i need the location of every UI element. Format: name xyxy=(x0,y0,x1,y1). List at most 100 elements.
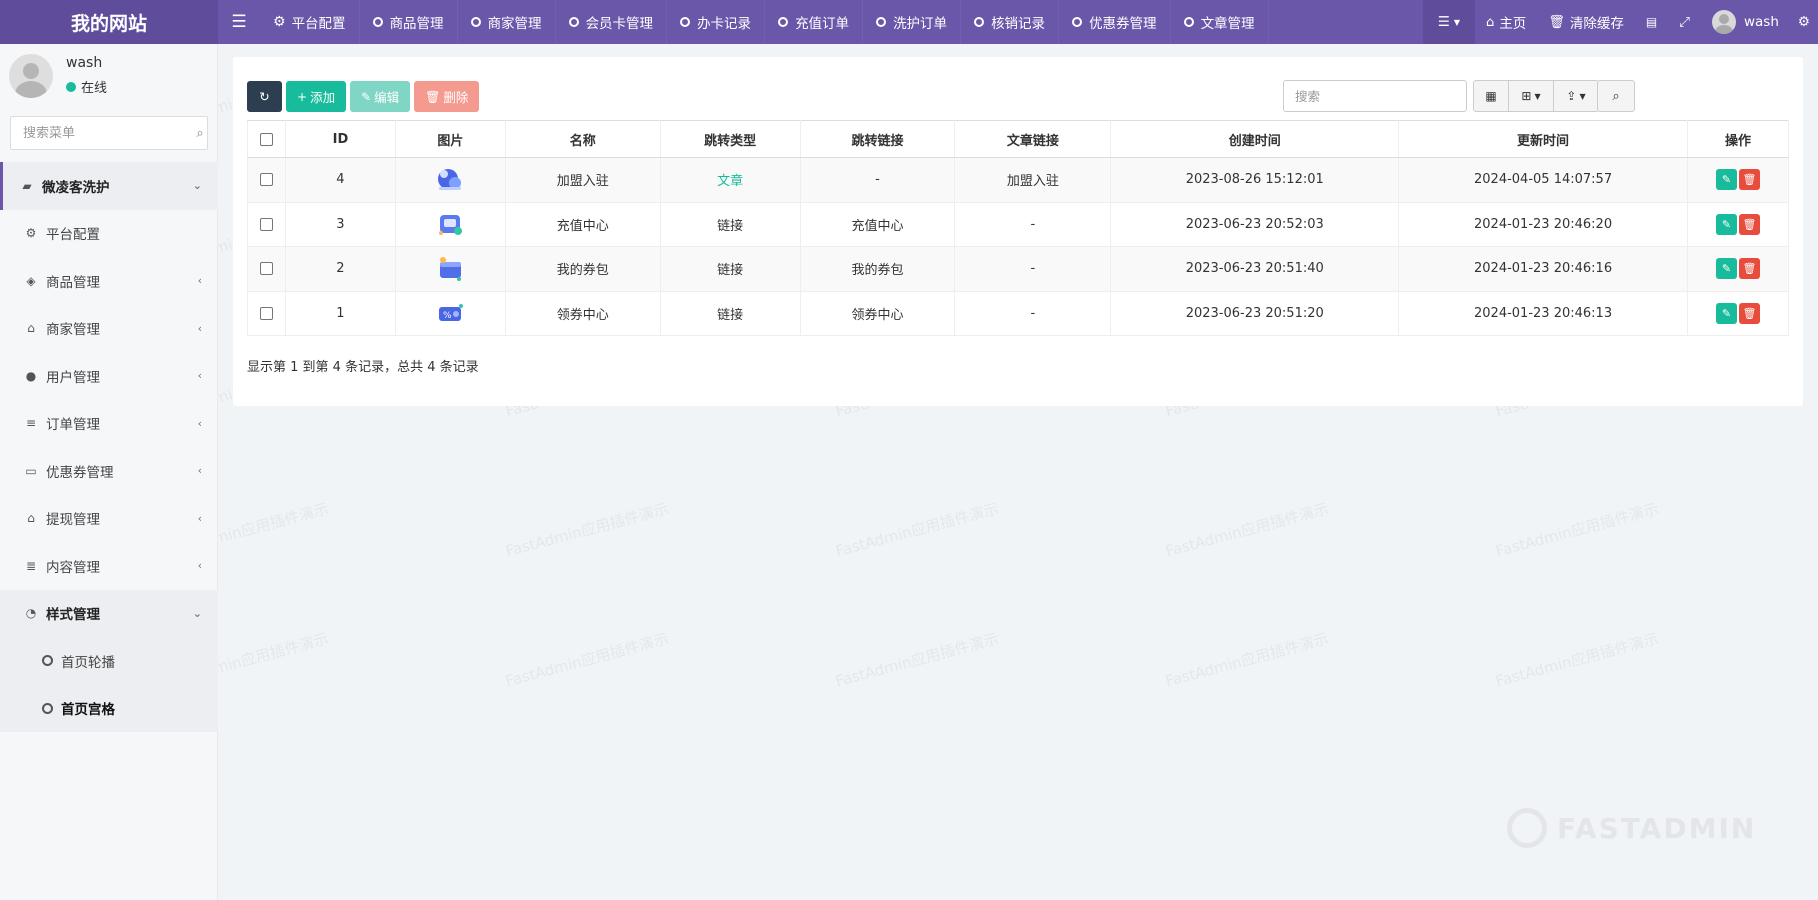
sidebar-item-content-management[interactable]: ≣ 内容管理 ‹ xyxy=(0,542,218,590)
sidebar-item-platform-config[interactable]: ⚙ 平台配置 xyxy=(0,210,218,258)
column-header[interactable]: ID xyxy=(284,120,396,158)
refresh-button[interactable]: ↻ xyxy=(247,81,282,112)
row-delete-button[interactable]: 🗑 xyxy=(1738,302,1760,324)
sidebar-item-home-banner[interactable]: 首页轮播 xyxy=(0,637,218,685)
gear-icon: ⚙ xyxy=(273,14,286,30)
circle-icon xyxy=(42,702,53,714)
refresh-icon: ↻ xyxy=(259,89,270,104)
circle-icon xyxy=(42,655,53,667)
select-all-checkbox[interactable] xyxy=(259,132,273,146)
cell-name: 加盟入驻 xyxy=(504,157,661,203)
row-edit-button[interactable]: ✎ xyxy=(1715,169,1737,191)
row-edit-button[interactable]: ✎ xyxy=(1715,258,1737,280)
clear-cache-button[interactable]: 🗑 清除缓存 xyxy=(1537,0,1635,44)
table-view-buttons: ▦ ⊞ ▼ ⇪ ▼ xyxy=(1473,80,1599,112)
edit-button[interactable]: ✎ 编辑 xyxy=(350,81,411,112)
user-menu[interactable]: wash xyxy=(1701,0,1790,44)
sidebar-item-home-grid[interactable]: 首页宫格 xyxy=(0,684,218,732)
delete-button[interactable]: 🗑 删除 xyxy=(414,81,480,112)
header-right-actions: ☰ ▼ ⌂ 主页 🗑 清除缓存 ▤ ⤢ wash ⚙ xyxy=(1422,0,1818,44)
row-delete-button[interactable]: 🗑 xyxy=(1738,213,1760,235)
cell-jump-type[interactable]: 文章 xyxy=(659,157,801,203)
column-header[interactable]: 创建时间 xyxy=(1110,120,1400,158)
row-edit-button[interactable]: ✎ xyxy=(1715,302,1737,324)
home-link[interactable]: ⌂ 主页 xyxy=(1475,0,1537,44)
top-tab-card-records[interactable]: 办卡记录 xyxy=(667,0,766,44)
watermark: FastAdmin应用插件演示 xyxy=(503,629,671,691)
chevron-left-icon: ‹ xyxy=(197,369,202,382)
table-panel: ↻ +添加 ✎编辑 🗑删除 ▦ ⊞▼ ⇪▼ ⌕ ID 图片 名称 跳转类型 跳转… xyxy=(233,57,1803,406)
thumbnail-image[interactable] xyxy=(435,209,465,239)
sidebar-item-coupon-management[interactable]: ▭ 优惠券管理 ‹ xyxy=(0,447,218,495)
cell-actions: ✎ 🗑 xyxy=(1686,157,1790,203)
user-panel: wash 在线 xyxy=(0,44,217,110)
sidebar-item-merchant-management[interactable]: ⌂ 商家管理 ‹ xyxy=(0,305,218,353)
language-toggle[interactable]: ▤ xyxy=(1635,0,1668,44)
export-button[interactable]: ⇪ ▼ xyxy=(1553,80,1599,112)
top-tab-article-management[interactable]: 文章管理 xyxy=(1171,0,1269,44)
thumbnail-image[interactable] xyxy=(435,254,465,284)
site-logo[interactable]: 我的网站 xyxy=(0,0,218,44)
table-row[interactable]: 2 我的券包 链接 我的券包 - 2023-06-23 20:51:40 202… xyxy=(247,246,1790,292)
advanced-search-button[interactable]: ⌕ xyxy=(1597,80,1635,112)
top-tab-wash-orders[interactable]: 洗护订单 xyxy=(863,0,962,44)
cell-updated: 2024-01-23 20:46:20 xyxy=(1398,202,1688,247)
settings-toggle[interactable]: ⚙ xyxy=(1790,0,1818,44)
column-header[interactable]: 更新时间 xyxy=(1398,120,1688,158)
row-delete-button[interactable]: 🗑 xyxy=(1738,169,1760,191)
cell-updated: 2024-01-23 20:46:16 xyxy=(1398,246,1688,292)
sidebar-item-product-management[interactable]: ◈ 商品管理 ‹ xyxy=(0,257,218,305)
chevron-left-icon: ‹ xyxy=(197,321,202,335)
top-tab-coupon-management[interactable]: 优惠券管理 xyxy=(1059,0,1171,44)
row-edit-button[interactable]: ✎ xyxy=(1715,213,1737,235)
row-delete-button[interactable]: 🗑 xyxy=(1738,258,1760,280)
multi-tab-dropdown[interactable]: ☰ ▼ xyxy=(1422,0,1476,44)
folder-open-icon: ▰ xyxy=(22,178,32,193)
trash-icon: 🗑 xyxy=(425,89,441,104)
table-search-input[interactable] xyxy=(1284,88,1466,104)
avatar xyxy=(1711,10,1736,34)
top-tab-verification-records[interactable]: 核销记录 xyxy=(961,0,1060,44)
row-checkbox[interactable] xyxy=(259,262,273,276)
columns-toggle-button[interactable]: ⊞ ▼ xyxy=(1508,80,1554,112)
cell-created: 2023-06-23 20:51:40 xyxy=(1110,246,1400,292)
svg-text:%: % xyxy=(443,311,452,321)
cell-actions: ✎ 🗑 xyxy=(1686,202,1790,247)
table-row[interactable]: 3 充值中心 链接 充值中心 - 2023-06-23 20:52:03 202… xyxy=(247,202,1790,247)
table-row[interactable]: 4 加盟入驻 文章 - 加盟入驻 2023-08-26 15:12:01 202… xyxy=(247,157,1790,203)
row-checkbox[interactable] xyxy=(259,306,273,320)
sidebar-item-order-management[interactable]: ≡ 订单管理 ‹ xyxy=(0,400,218,448)
menu-search-input[interactable] xyxy=(11,125,193,141)
top-tab-merchant-management[interactable]: 商家管理 xyxy=(458,0,556,44)
sidebar-item-style-management[interactable]: ◔ 样式管理 ⌄ xyxy=(0,589,218,637)
thumbnail-image[interactable] xyxy=(435,165,465,195)
table-row[interactable]: 1 % 领券中心 链接 领券中心 - 2023-06-23 20:51:20 2… xyxy=(247,291,1790,336)
chevron-down-icon: ⌄ xyxy=(192,179,202,192)
chevron-left-icon: ‹ xyxy=(197,416,202,430)
top-tab-platform-config[interactable]: ⚙ 平台配置 xyxy=(260,0,360,44)
sidebar-item-wash-group[interactable]: ▰ 微凌客洗护 ⌄ xyxy=(0,162,218,210)
watermark: FastAdmin应用插件演示 xyxy=(218,629,331,691)
list-icon: ☰ xyxy=(1437,14,1450,30)
sidebar-item-user-management[interactable]: ● 用户管理 ‹ xyxy=(0,352,218,400)
row-checkbox[interactable] xyxy=(259,173,273,187)
fullscreen-toggle[interactable]: ⤢ xyxy=(1668,0,1701,44)
search-icon[interactable]: ⌕ xyxy=(193,126,207,141)
add-button[interactable]: + 添加 xyxy=(286,81,347,112)
cell-image: % xyxy=(394,291,506,336)
row-checkbox[interactable] xyxy=(259,217,273,231)
avatar xyxy=(9,54,53,98)
trash-icon: 🗑 xyxy=(1742,217,1757,231)
search-icon: ⌕ xyxy=(1612,88,1620,104)
top-tab-membership-card[interactable]: 会员卡管理 xyxy=(556,0,668,44)
trash-icon: 🗑 xyxy=(1742,306,1757,320)
card-view-button[interactable]: ▦ xyxy=(1473,80,1509,112)
top-tab-product-management[interactable]: 商品管理 xyxy=(360,0,458,44)
sidebar-item-withdraw-management[interactable]: ⌂ 提现管理 ‹ xyxy=(0,495,218,543)
online-dot-icon xyxy=(66,81,76,92)
brand-watermark: FASTADMIN xyxy=(1507,808,1756,848)
thumbnail-image[interactable]: % xyxy=(435,298,465,328)
top-tab-recharge-orders[interactable]: 充值订单 xyxy=(765,0,864,44)
cell-jump-link: 充值中心 xyxy=(799,202,956,247)
menu-toggle-icon[interactable]: ☰ xyxy=(218,0,260,44)
